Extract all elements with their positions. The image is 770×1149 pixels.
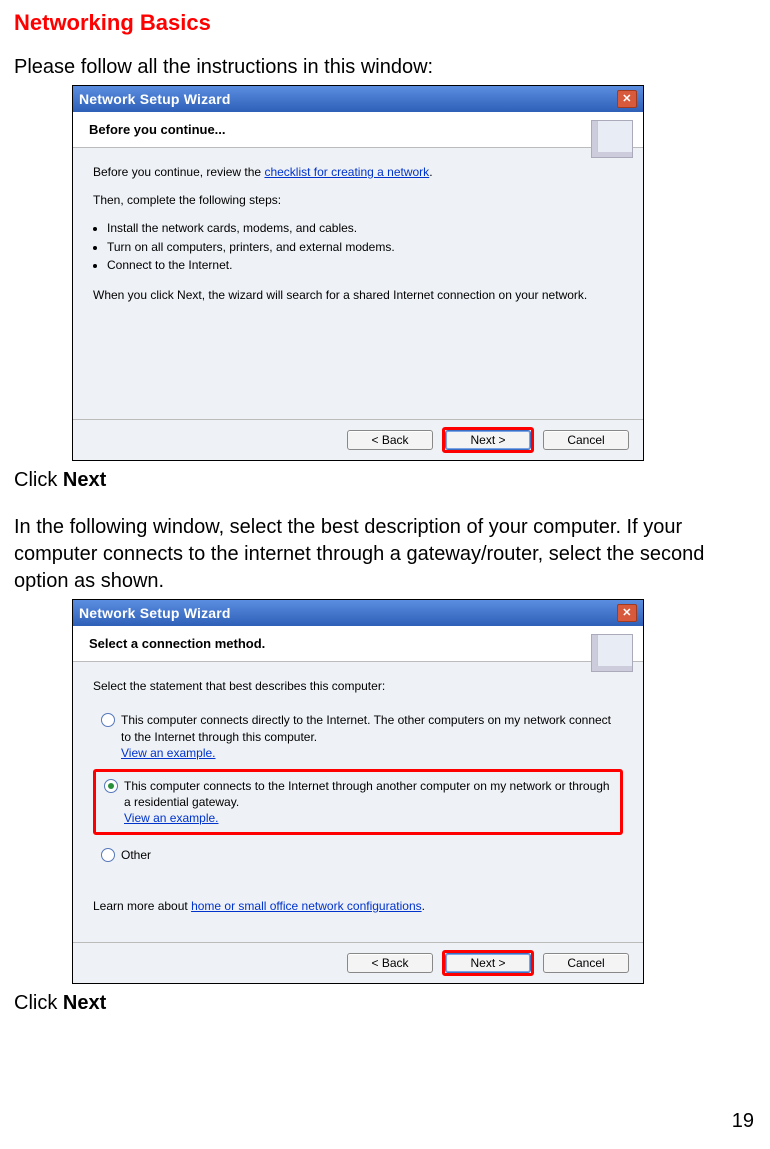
middle-paragraph: In the following window, select the best… bbox=[14, 514, 756, 595]
window-title-1: Network Setup Wizard bbox=[79, 91, 231, 107]
highlight-next-1: Next > bbox=[442, 427, 534, 453]
radio-icon[interactable] bbox=[101, 848, 115, 862]
opt1-text: This computer connects directly to the I… bbox=[121, 713, 611, 743]
highlight-next-2: Next > bbox=[442, 950, 534, 976]
radio-option-1-text: This computer connects directly to the I… bbox=[121, 712, 615, 761]
wizard-header-1: Before you continue... bbox=[73, 112, 643, 148]
checklist-link[interactable]: checklist for creating a network bbox=[264, 165, 429, 179]
learn-pre: Learn more about bbox=[93, 899, 191, 913]
back-button[interactable]: < Back bbox=[347, 953, 433, 973]
wizard-intro-line: Before you continue, review the checklis… bbox=[93, 164, 623, 180]
titlebar-1: Network Setup Wizard ✕ bbox=[73, 86, 643, 112]
cancel-button[interactable]: Cancel bbox=[543, 430, 629, 450]
opt2-text: This computer connects to the Internet t… bbox=[124, 779, 610, 809]
network-icon bbox=[591, 634, 633, 672]
prompt: Select the statement that best describes… bbox=[93, 678, 623, 694]
steps-list: Install the network cards, modems, and c… bbox=[107, 220, 623, 273]
back-button[interactable]: < Back bbox=[347, 430, 433, 450]
learn-more: Learn more about home or small office ne… bbox=[93, 898, 623, 914]
intro-text: Please follow all the instructions in th… bbox=[14, 54, 756, 81]
click-next-2-pre: Click bbox=[14, 992, 63, 1014]
learn-post: . bbox=[422, 899, 425, 913]
page-heading: Networking Basics bbox=[14, 10, 756, 36]
radio-option-3-text: Other bbox=[121, 847, 615, 863]
cancel-button[interactable]: Cancel bbox=[543, 953, 629, 973]
radio-option-1[interactable]: This computer connects directly to the I… bbox=[93, 706, 623, 767]
window-title-2: Network Setup Wizard bbox=[79, 605, 231, 621]
list-item: Turn on all computers, printers, and ext… bbox=[107, 239, 623, 255]
wizard-header-2: Select a connection method. bbox=[73, 626, 643, 662]
button-row-2: < Back Next > Cancel bbox=[73, 942, 643, 983]
network-icon bbox=[591, 120, 633, 158]
next-button[interactable]: Next > bbox=[445, 953, 531, 973]
wizard-body-1: Before you continue, review the checklis… bbox=[73, 148, 643, 419]
then-line: Then, complete the following steps: bbox=[93, 192, 623, 208]
highlight-option-2: This computer connects to the Internet t… bbox=[93, 769, 623, 836]
wizard-body-2: Select the statement that best describes… bbox=[73, 662, 643, 942]
list-item: Install the network cards, modems, and c… bbox=[107, 220, 623, 236]
click-next-1-pre: Click bbox=[14, 469, 63, 491]
list-item: Connect to the Internet. bbox=[107, 257, 623, 273]
close-icon[interactable]: ✕ bbox=[617, 90, 637, 108]
example-link-1[interactable]: View an example. bbox=[121, 746, 216, 760]
click-next-2: Click Next bbox=[14, 990, 756, 1017]
radio-icon-selected[interactable] bbox=[104, 779, 118, 793]
radio-option-3[interactable]: Other bbox=[93, 841, 623, 869]
radio-icon[interactable] bbox=[101, 713, 115, 727]
wizard-header-title-2: Select a connection method. bbox=[89, 636, 585, 651]
wizard-window-2: Network Setup Wizard ✕ Select a connecti… bbox=[72, 599, 644, 984]
closing-line: When you click Next, the wizard will sea… bbox=[93, 287, 623, 303]
click-next-2-bold: Next bbox=[63, 992, 106, 1014]
click-next-1-bold: Next bbox=[63, 469, 106, 491]
next-button[interactable]: Next > bbox=[445, 430, 531, 450]
click-next-1: Click Next bbox=[14, 467, 756, 494]
titlebar-2: Network Setup Wizard ✕ bbox=[73, 600, 643, 626]
wizard-window-1: Network Setup Wizard ✕ Before you contin… bbox=[72, 85, 644, 461]
wizard-intro-pre: Before you continue, review the bbox=[93, 165, 264, 179]
wizard-intro-post: . bbox=[429, 165, 432, 179]
example-link-2[interactable]: View an example. bbox=[124, 811, 219, 825]
radio-option-2-text: This computer connects to the Internet t… bbox=[124, 778, 612, 827]
wizard-header-title-1: Before you continue... bbox=[89, 122, 585, 137]
button-row-1: < Back Next > Cancel bbox=[73, 419, 643, 460]
radio-option-2[interactable]: This computer connects to the Internet t… bbox=[96, 772, 620, 833]
close-icon[interactable]: ✕ bbox=[617, 604, 637, 622]
page-number: 19 bbox=[732, 1110, 754, 1133]
learn-more-link[interactable]: home or small office network configurati… bbox=[191, 899, 422, 913]
